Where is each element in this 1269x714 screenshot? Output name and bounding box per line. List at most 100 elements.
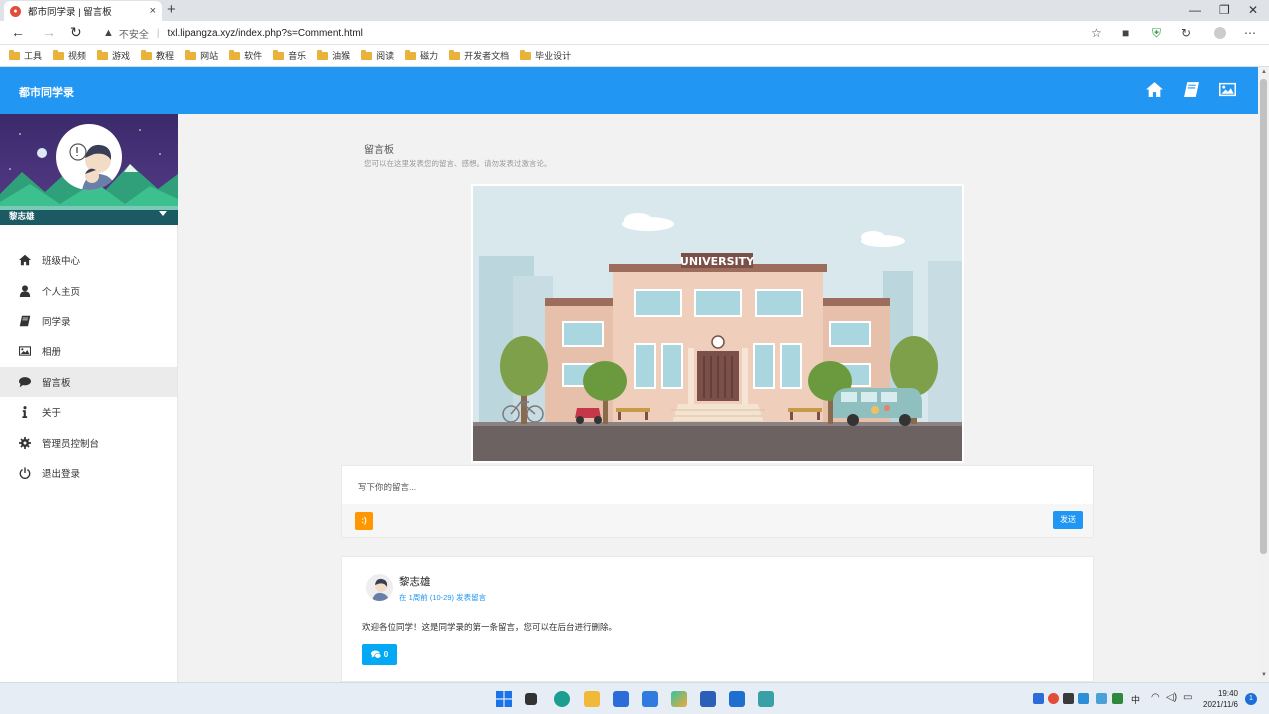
bookmark-folder[interactable]: 磁力 <box>405 49 438 62</box>
folder-icon <box>520 49 532 60</box>
p-app-icon[interactable] <box>729 691 745 707</box>
battery-icon[interactable]: ▭ <box>1183 692 1192 703</box>
system-clock[interactable]: 19:40 2021/11/6 <box>1203 688 1238 710</box>
bookmark-folder[interactable]: 游戏 <box>97 49 130 62</box>
comments-icon <box>370 650 381 659</box>
tray-app-icon[interactable] <box>1096 693 1107 704</box>
store-icon[interactable] <box>613 691 629 707</box>
vscode-icon[interactable] <box>642 691 658 707</box>
wifi-icon[interactable]: ◠ <box>1151 692 1160 703</box>
tab-title: 都市同学录 | 留言板 <box>28 7 112 18</box>
account-dropdown-icon[interactable] <box>159 211 167 216</box>
bookmark-folder[interactable]: 开发者文档 <box>449 49 509 62</box>
bookmark-folder[interactable]: 油猴 <box>317 49 350 62</box>
sidebar-item-label: 同学录 <box>42 316 71 328</box>
url-field[interactable]: ▲ 不安全 | txl.lipangza.xyz/index.php?s=Com… <box>95 23 1115 43</box>
emoji-button[interactable]: :) <box>355 512 373 530</box>
message-input[interactable]: 写下你的留言... <box>358 481 416 493</box>
minimize-icon[interactable]: — <box>1189 3 1201 17</box>
sidebar-item-label: 管理员控制台 <box>42 438 100 450</box>
tray-app-icon[interactable] <box>1033 693 1044 704</box>
home-icon[interactable] <box>1146 82 1163 97</box>
folder-icon <box>273 49 285 60</box>
sidebar-item-message-board[interactable]: 留言板 <box>0 366 177 397</box>
file-explorer-icon[interactable] <box>584 691 600 707</box>
bookmark-folder[interactable]: 教程 <box>141 49 174 62</box>
site-title[interactable]: 都市同学录 <box>19 84 74 100</box>
favorite-star-icon[interactable]: ☆ <box>1091 26 1102 40</box>
sidebar-item-album[interactable]: 相册 <box>0 336 177 366</box>
start-icon[interactable] <box>496 691 512 707</box>
user-avatar[interactable] <box>56 124 122 190</box>
sidebar-item-label: 相册 <box>42 347 62 359</box>
image-icon <box>19 346 31 357</box>
task-view-icon[interactable] <box>525 693 537 705</box>
ime-indicator[interactable]: 中 <box>1131 693 1140 706</box>
sidebar-item-about[interactable]: 关于 <box>0 397 177 427</box>
comment-text: 欢迎各位同学！这是同学录的第一条留言，您可以在后台进行删除。 <box>362 622 618 632</box>
bookmark-folder[interactable]: 阅读 <box>361 49 394 62</box>
page-scrollbar[interactable]: ▲ ▼ <box>1258 67 1269 682</box>
restore-icon[interactable]: ❐ <box>1219 3 1230 17</box>
bookmark-folder[interactable]: 音乐 <box>273 49 306 62</box>
new-tab-button[interactable]: + <box>167 1 176 18</box>
app-icon[interactable] <box>671 691 687 707</box>
message-composer: 写下你的留言... :) 发送 <box>341 465 1094 538</box>
shield-extension-icon[interactable]: ⛨ <box>1152 26 1161 41</box>
reload-icon[interactable]: ↻ <box>70 24 82 41</box>
sidebar-item-admin-console[interactable]: 管理员控制台 <box>0 427 177 457</box>
bookmark-folder[interactable]: 工具 <box>9 49 42 62</box>
profile-banner: 黎志雄 <box>0 114 178 225</box>
extension-icon[interactable]: ■ <box>1122 26 1129 40</box>
sidebar-item-label: 个人主页 <box>42 286 81 298</box>
comment-author[interactable]: 黎志雄 <box>399 574 431 589</box>
folder-icon <box>449 49 461 60</box>
reply-button[interactable]: 0 <box>362 644 397 665</box>
sidebar-item-logout[interactable]: 退出登录 <box>0 458 177 488</box>
folder-icon <box>53 49 65 60</box>
sidebar-menu: 班级中心 个人主页 同学录 相册 留言板 关于 管理员控制台 退出登录 <box>0 245 177 488</box>
terminal-icon[interactable] <box>758 691 774 707</box>
sync-icon[interactable]: ↻ <box>1181 26 1191 40</box>
browser-tab[interactable]: ● 都市同学录 | 留言板 × <box>4 1 162 21</box>
sidebar-item-classmates[interactable]: 同学录 <box>0 306 177 336</box>
folder-icon <box>97 49 109 60</box>
comment-meta[interactable]: 在 1周前 (10-29) 发表留言 <box>399 592 486 603</box>
bookmark-folder[interactable]: 软件 <box>229 49 262 62</box>
commenter-avatar[interactable] <box>366 574 393 601</box>
send-button[interactable]: 发送 <box>1053 511 1083 529</box>
forward-icon[interactable]: → <box>42 24 56 40</box>
scrollbar-thumb[interactable] <box>1260 79 1267 554</box>
bookmark-folder[interactable]: 视频 <box>53 49 86 62</box>
bookmarks-bar: 工具 视频 游戏 教程 网站 软件 音乐 油猴 阅读 磁力 开发者文档 毕业设计 <box>0 45 1269 67</box>
security-label[interactable]: 不安全 <box>119 26 149 41</box>
bookmark-folder[interactable]: 毕业设计 <box>520 49 571 62</box>
folder-icon <box>405 49 417 60</box>
word-icon[interactable] <box>700 691 716 707</box>
tray-gpu-icon[interactable] <box>1063 693 1074 704</box>
clock-date: 2021/11/6 <box>1203 700 1238 709</box>
tray-cloud-icon[interactable] <box>1078 693 1089 704</box>
window-close-icon[interactable]: ✕ <box>1248 3 1258 17</box>
bookmark-folder[interactable]: 网站 <box>185 49 218 62</box>
comment-icon <box>19 376 31 387</box>
user-icon <box>19 285 31 297</box>
image-icon[interactable] <box>1219 82 1236 97</box>
volume-icon[interactable]: ◁) <box>1166 692 1177 703</box>
tray-app-icon[interactable] <box>1112 693 1123 704</box>
more-menu-icon[interactable]: ⋯ <box>1244 26 1256 40</box>
book-icon[interactable] <box>1183 82 1200 97</box>
tray-app-icon[interactable] <box>1048 693 1059 704</box>
back-icon[interactable]: ← <box>11 24 25 40</box>
profile-avatar[interactable] <box>1214 27 1226 39</box>
close-tab-icon[interactable]: × <box>150 5 156 17</box>
scroll-down-icon[interactable]: ▼ <box>1261 672 1267 678</box>
sidebar-item-profile[interactable]: 个人主页 <box>0 275 177 305</box>
url-text[interactable]: txl.lipangza.xyz/index.php?s=Comment.htm… <box>168 28 363 39</box>
avatar-illustration <box>372 578 389 601</box>
sidebar-item-class-center[interactable]: 班级中心 <box>0 245 177 275</box>
scroll-up-icon[interactable]: ▲ <box>1261 69 1267 75</box>
edge-browser-icon[interactable] <box>554 691 570 707</box>
notification-badge[interactable]: 1 <box>1245 693 1257 705</box>
sidebar-item-label: 退出登录 <box>42 468 81 480</box>
